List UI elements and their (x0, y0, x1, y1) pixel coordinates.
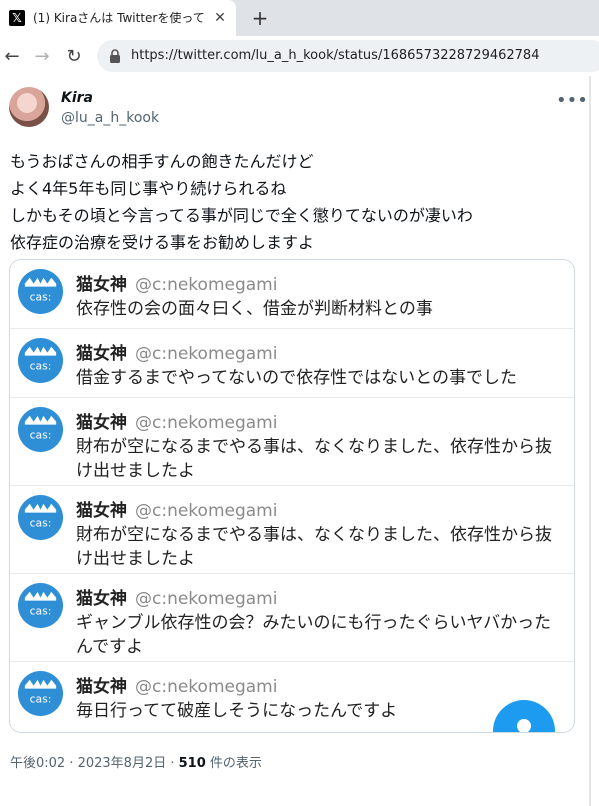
list-item: cas: 猫女神 @c:nekomegami 財布が空になるまでやる事は、なくなり… (10, 486, 574, 572)
cas-logo-text: cas: (30, 428, 52, 441)
browser-tab[interactable]: 𝕏 (1) Kiraさんは Twitterを使っています: ✕ (0, 0, 236, 36)
post-text: ギャンブル依存性の会？みたいのにも行ったぐらいヤバかったんですよ (76, 613, 552, 657)
post-author: 猫女神 @c:nekomegami (76, 413, 278, 433)
tweet: Kira @lu_a_h_kook ••• もうおばさんの相手すんの飽きたんだけ… (0, 76, 599, 806)
url-text: https://twitter.com/lu_a_h_kook/status/1… (131, 48, 540, 63)
views-label: 件の表示 (205, 756, 262, 771)
cas-logo-text: cas: (30, 604, 52, 617)
cas-logo-text: cas: (30, 290, 52, 303)
cas-avatar-icon: cas: (17, 268, 64, 315)
post-text: 借金するまでやってないので依存性ではないとの事でした (76, 368, 517, 388)
tweet-meta: 午後0:02 · 2023年8月2日 · 510 件の表示 (10, 752, 262, 771)
forward-arrow-icon[interactable]: → (30, 44, 54, 68)
more-options-icon[interactable]: ••• (556, 90, 588, 111)
browser-toolbar: ← → ↻ https://twitter.com/lu_a_h_kook/st… (0, 36, 599, 76)
tweet-line: しかもその頃と今言ってる事が同じで全く懲りてないのが凄いわ (10, 206, 473, 225)
scrollbar[interactable] (589, 76, 591, 806)
user-handle[interactable]: @lu_a_h_kook (61, 110, 159, 126)
tab-title: (1) Kiraさんは Twitterを使っています: (33, 11, 205, 25)
post-text: 依存性の会の面々曰く、借金が判断材料との事 (76, 299, 433, 319)
tweet-line: 依存症の治療を受ける事をお勧めしますよ (10, 233, 315, 252)
list-item: cas: 猫女神 @c:nekomegami 借金するまでやってないので依存性では… (10, 329, 574, 396)
avatar[interactable] (9, 87, 49, 127)
post-text: 財布が空になるまでやる事は、なくなりました、依存性から抜け出せましたよ (76, 437, 552, 481)
cas-avatar-icon: cas: (17, 494, 64, 541)
x-logo-icon: 𝕏 (9, 10, 25, 26)
tweet-line: もうおばさんの相手すんの飽きたんだけど (10, 152, 314, 171)
fab-dot-icon (517, 719, 531, 732)
tab-strip: 𝕏 (1) Kiraさんは Twitterを使っています: ✕ + (0, 0, 599, 36)
post-author: 猫女神 @c:nekomegami (76, 275, 278, 295)
cas-avatar-icon: cas: (17, 582, 64, 629)
lock-icon (110, 49, 120, 63)
display-name[interactable]: Kira (61, 90, 93, 106)
tweet-line: よく4年5年も同じ事やり続けられるね (10, 179, 287, 198)
timestamp[interactable]: 午後0:02 · 2023年8月2日 · (10, 756, 179, 771)
tweet-text: もうおばさんの相手すんの飽きたんだけど よく4年5年も同じ事やり続けられるね し… (10, 148, 570, 256)
post-author: 猫女神 @c:nekomegami (76, 501, 278, 521)
post-author: 猫女神 @c:nekomegami (76, 344, 278, 364)
cas-logo-text: cas: (30, 359, 52, 372)
address-bar[interactable]: https://twitter.com/lu_a_h_kook/status/1… (97, 40, 599, 72)
post-author: 猫女神 @c:nekomegami (76, 589, 278, 609)
reload-icon[interactable]: ↻ (62, 44, 86, 68)
list-item: cas: 猫女神 @c:nekomegami 財布が空になるまでやる事は、なくなり… (10, 398, 574, 484)
post-author: 猫女神 @c:nekomegami (76, 677, 278, 697)
post-text: 財布が空になるまでやる事は、なくなりました、依存性から抜け出せましたよ (76, 525, 552, 569)
close-tab-icon[interactable]: ✕ (210, 8, 230, 28)
cas-avatar-icon: cas: (17, 406, 64, 453)
cas-avatar-icon: cas: (17, 337, 64, 384)
list-item: cas: 猫女神 @c:nekomegami 毎日行ってて破産しそうになったんです… (10, 662, 574, 732)
cas-logo-text: cas: (30, 692, 52, 705)
attached-image[interactable]: cas: 猫女神 @c:nekomegami 依存性の会の面々曰く、借金が判断材料… (9, 259, 575, 733)
new-tab-button[interactable]: + (248, 6, 272, 30)
cas-avatar-icon: cas: (17, 670, 64, 717)
back-arrow-icon[interactable]: ← (0, 44, 24, 68)
views-count: 510 (178, 756, 206, 771)
list-item: cas: 猫女神 @c:nekomegami ギャンブル依存性の会？みたいのにも行… (10, 574, 574, 660)
cas-logo-text: cas: (30, 516, 52, 529)
list-item: cas: 猫女神 @c:nekomegami 依存性の会の面々曰く、借金が判断材料… (10, 260, 574, 328)
